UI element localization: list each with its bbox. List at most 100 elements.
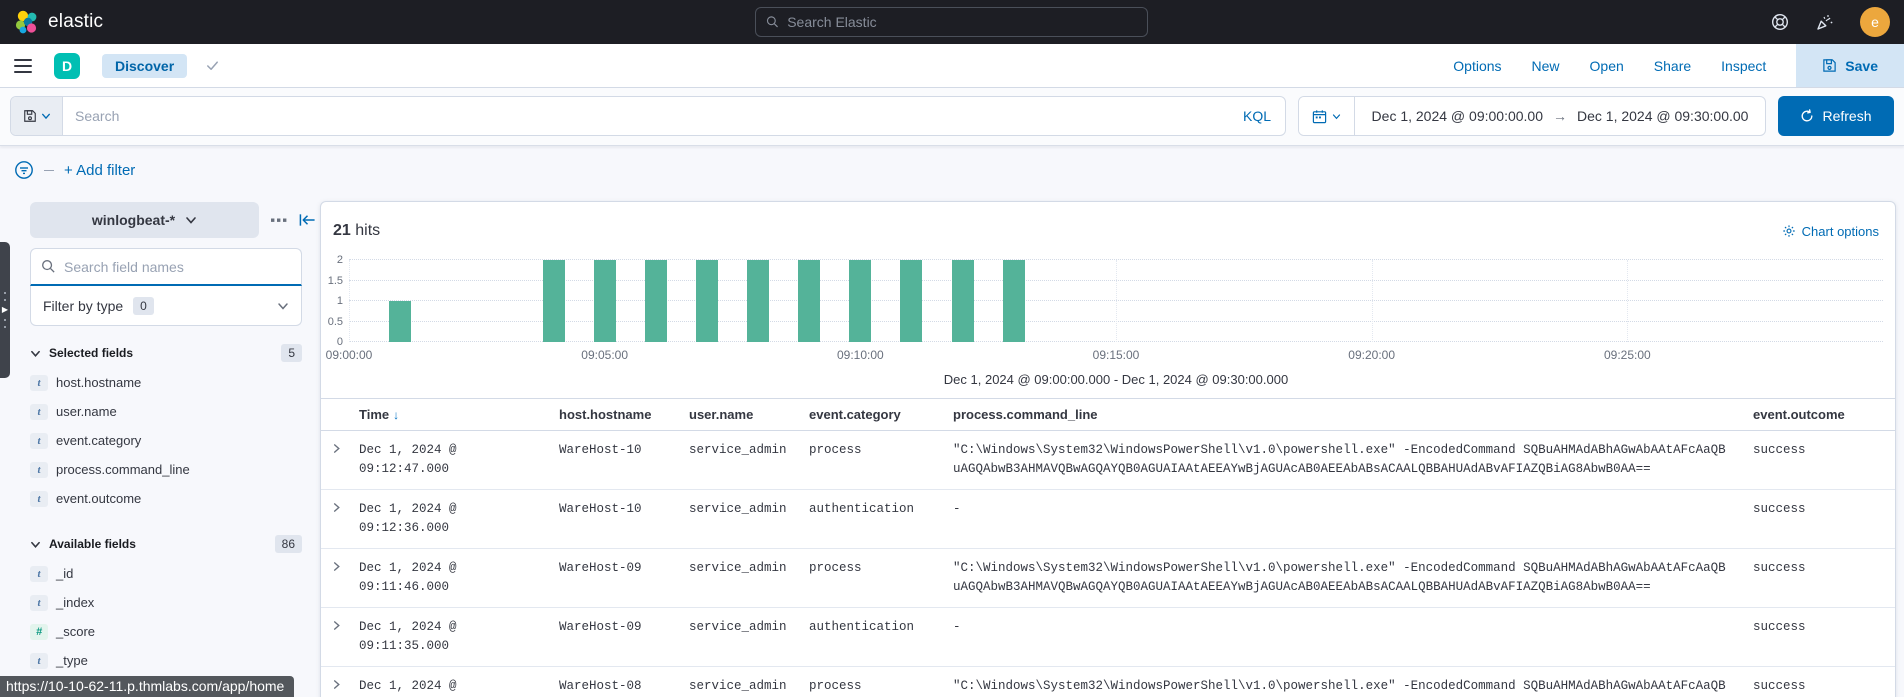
field-name: process.command_line — [56, 462, 190, 477]
histogram-bar-09:09:00[interactable] — [798, 260, 820, 342]
field-item-process.command_line[interactable]: t process.command_line — [30, 455, 302, 484]
expand-row-icon[interactable] — [321, 431, 357, 489]
expand-row-icon[interactable] — [321, 667, 357, 697]
global-header: elastic — [0, 0, 1904, 44]
help-icon[interactable] — [1771, 13, 1789, 31]
calendar-icon — [1312, 109, 1327, 124]
cell-command: - — [951, 490, 1751, 548]
query-language-badge[interactable]: KQL — [1229, 108, 1285, 124]
save-button[interactable]: Save — [1796, 44, 1904, 87]
histogram-bar-09:13:00[interactable] — [1003, 260, 1025, 342]
user-avatar[interactable]: e — [1860, 7, 1890, 37]
histogram-bar-09:04:00[interactable] — [543, 260, 565, 342]
global-search[interactable] — [755, 7, 1148, 37]
field-search-box[interactable] — [30, 248, 302, 286]
field-type-icon: t — [30, 462, 48, 478]
elastic-logo[interactable]: elastic — [14, 9, 103, 35]
date-quick-menu-button[interactable] — [1299, 97, 1355, 135]
field-item-_id[interactable]: t_id — [30, 559, 302, 588]
filter-menu-icon[interactable] — [14, 160, 34, 180]
cell-time: Dec 1, 2024 @ 09:11:35.000 — [357, 608, 557, 666]
histogram-bar-09:11:00[interactable] — [900, 260, 922, 342]
histogram-bar-09:05:00[interactable] — [594, 260, 616, 342]
filter-by-type-button[interactable]: Filter by type 0 — [30, 286, 302, 326]
histogram-bar-09:01:00[interactable] — [389, 301, 411, 342]
column-header-command[interactable]: process.command_line — [951, 399, 1751, 430]
column-header-host[interactable]: host.hostname — [557, 399, 687, 430]
histogram-bar-09:10:00[interactable] — [849, 260, 871, 342]
field-type-icon: t — [30, 595, 48, 611]
field-name: _type — [56, 653, 88, 668]
nav-link-open[interactable]: Open — [1590, 58, 1624, 74]
saved-query-menu-button[interactable] — [11, 97, 63, 135]
cell-outcome: success — [1751, 431, 1895, 489]
date-from[interactable]: Dec 1, 2024 @ 09:00:00.00 — [1372, 108, 1543, 124]
index-options-icon[interactable] — [271, 218, 287, 223]
available-fields-header[interactable]: Available fields 86 — [30, 535, 302, 553]
gridline — [1116, 260, 1117, 342]
add-filter-link[interactable]: + Add filter — [64, 162, 135, 179]
field-item-event.outcome[interactable]: tevent.outcome — [30, 484, 302, 513]
chart-subtitle: Dec 1, 2024 @ 09:00:00.000 - Dec 1, 2024… — [349, 372, 1883, 388]
column-header-user[interactable]: user.name — [687, 399, 807, 430]
nav-link-share[interactable]: Share — [1654, 58, 1691, 74]
chevron-down-icon — [41, 111, 51, 121]
nav-link-new[interactable]: New — [1532, 58, 1560, 74]
field-search-input[interactable] — [64, 259, 291, 275]
cell-time: Dec 1, 2024 @ 09:10:45.000 — [357, 667, 557, 697]
field-item-event.category[interactable]: tevent.category — [30, 426, 302, 455]
space-badge[interactable]: D — [54, 53, 80, 79]
collapse-sidebar-icon[interactable] — [299, 213, 316, 227]
column-header-category[interactable]: event.category — [807, 399, 951, 430]
query-input[interactable] — [63, 108, 1229, 124]
cell-category: authentication — [807, 608, 951, 666]
filter-divider — [44, 170, 54, 171]
histogram-bar-09:12:00[interactable] — [952, 260, 974, 342]
selected-fields-count: 5 — [281, 344, 302, 362]
field-name: event.category — [56, 433, 141, 448]
field-item-user.name[interactable]: tuser.name — [30, 397, 302, 426]
table-row: Dec 1, 2024 @ 09:12:47.000WareHost-10ser… — [321, 431, 1895, 490]
global-search-input[interactable] — [787, 14, 1137, 30]
column-header-time[interactable]: Time ↓ — [357, 399, 557, 430]
index-pattern-switcher[interactable]: winlogbeat-* — [30, 202, 259, 238]
y-axis-label: 1.5 — [328, 275, 343, 287]
y-axis-label: 0.5 — [328, 316, 343, 328]
nav-link-inspect[interactable]: Inspect — [1721, 58, 1766, 74]
expand-row-icon[interactable] — [321, 490, 357, 548]
histogram-bar-09:08:00[interactable] — [747, 260, 769, 342]
selected-fields-header[interactable]: Selected fields 5 — [30, 344, 302, 362]
expand-row-icon[interactable] — [321, 549, 357, 607]
cell-command: - — [951, 608, 1751, 666]
histogram-bar-09:06:00[interactable] — [645, 260, 667, 342]
chevron-down-icon — [277, 300, 289, 312]
histogram-bar-09:07:00[interactable] — [696, 260, 718, 342]
y-axis-label: 1 — [337, 295, 343, 307]
cell-host: WareHost-09 — [557, 549, 687, 607]
x-axis-label: 09:20:00 — [1348, 348, 1395, 362]
date-to[interactable]: Dec 1, 2024 @ 09:30:00.00 — [1577, 108, 1748, 124]
breadcrumb-discover[interactable]: Discover — [102, 54, 187, 78]
nav-link-options[interactable]: Options — [1453, 58, 1501, 74]
kql-search-box[interactable]: KQL — [10, 96, 1286, 136]
field-item-_score[interactable]: #_score — [30, 617, 302, 646]
field-item-host.hostname[interactable]: thost.hostname — [30, 368, 302, 397]
date-picker[interactable]: Dec 1, 2024 @ 09:00:00.00 → Dec 1, 2024 … — [1298, 96, 1766, 136]
selected-fields-list: thost.hostnametuser.nametevent.categoryt… — [30, 368, 316, 513]
gridline — [1372, 260, 1373, 342]
menu-icon[interactable] — [14, 59, 32, 73]
chart-options-link[interactable]: Chart options — [1782, 224, 1879, 239]
table-header-row: Time ↓ host.hostname user.name event.cat… — [321, 398, 1895, 431]
field-item-_type[interactable]: t_type — [30, 646, 302, 675]
sort-desc-icon: ↓ — [393, 408, 399, 422]
documents-table: Time ↓ host.hostname user.name event.cat… — [321, 398, 1895, 697]
cell-outcome: success — [1751, 549, 1895, 607]
refresh-button[interactable]: Refresh — [1778, 96, 1894, 136]
expand-row-icon[interactable] — [321, 608, 357, 666]
cell-time: Dec 1, 2024 @ 09:11:46.000 — [357, 549, 557, 607]
cell-command: "C:\Windows\System32\WindowsPowerShell\v… — [951, 431, 1751, 489]
column-header-outcome[interactable]: event.outcome — [1751, 399, 1895, 430]
newsfeed-icon[interactable] — [1815, 13, 1834, 32]
table-row: Dec 1, 2024 @ 09:11:46.000WareHost-09ser… — [321, 549, 1895, 608]
field-item-_index[interactable]: t_index — [30, 588, 302, 617]
